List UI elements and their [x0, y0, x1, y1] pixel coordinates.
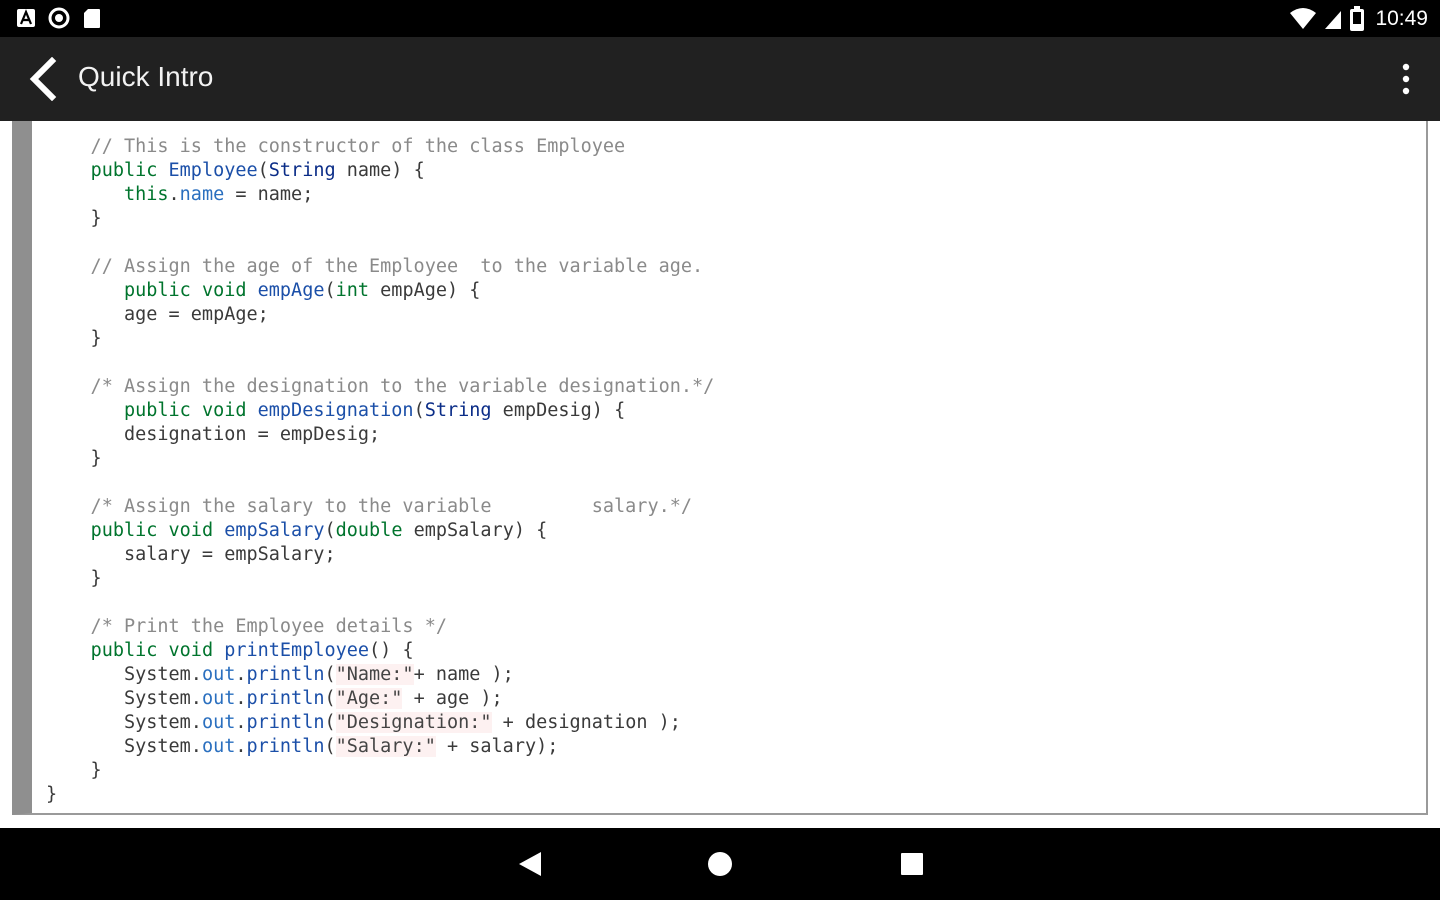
- code-line: public void empSalary(double empSalary) …: [90, 520, 548, 541]
- system-nav-bar: [0, 828, 1440, 900]
- status-bar: 10:49: [0, 0, 1440, 37]
- nav-home-circle-icon: [708, 852, 732, 876]
- sd-card-icon: [84, 9, 100, 28]
- code-line: public void empDesignation(String empDes…: [123, 400, 626, 421]
- code-line: salary = empSalary;: [46, 544, 336, 565]
- nav-home-button[interactable]: [696, 842, 744, 886]
- code-line: age = empAge;: [46, 304, 269, 325]
- more-vert-icon: [1402, 63, 1410, 95]
- code-line: public void empAge(int empAge) {: [123, 280, 481, 301]
- code-line: }: [46, 760, 102, 781]
- code-line: System.out.println("Name:"+ name );: [46, 664, 514, 685]
- app-bar: Quick Intro: [0, 37, 1440, 121]
- nav-recents-square-icon: [901, 853, 923, 875]
- code-comment-line: // This is the constructor of the class …: [46, 136, 626, 157]
- circle-notification-icon: [48, 7, 70, 29]
- page-title: Quick Intro: [78, 61, 214, 92]
- status-bar-left-icons: [16, 7, 102, 29]
- code-comment-line: /* Assign the salary to the variable sal…: [46, 496, 693, 517]
- content-area[interactable]: // This is the constructor of the class …: [0, 121, 1440, 827]
- code-line: }: [46, 448, 102, 469]
- code-line: System.out.println("Age:" + age );: [46, 688, 503, 709]
- code-line: }: [46, 784, 58, 805]
- code-line: designation = empDesig;: [46, 424, 381, 445]
- code-line: public Employee(String name) {: [90, 160, 425, 181]
- code-line: }: [46, 328, 102, 349]
- code-line: this.name = name;: [123, 184, 314, 205]
- code-comment-line: /* Assign the designation to the variabl…: [46, 376, 715, 397]
- code-line: }: [46, 208, 102, 229]
- back-button[interactable]: [14, 51, 70, 107]
- code-comment-line: // Assign the age of the Employee to the…: [46, 256, 704, 277]
- wifi-icon: [1290, 8, 1317, 29]
- code-line: }: [46, 568, 102, 589]
- a-notification-icon: [17, 9, 35, 27]
- nav-back-button[interactable]: [506, 842, 554, 886]
- nav-recents-button[interactable]: [888, 842, 936, 886]
- code-line: System.out.println("Designation:" + desi…: [46, 712, 681, 733]
- status-bar-right-icons: 10:49: [1289, 6, 1428, 32]
- chevron-left-icon: [29, 57, 57, 101]
- nav-back-triangle-icon: [519, 852, 541, 876]
- battery-icon: [1350, 6, 1365, 31]
- code-line: public void printEmployee() {: [90, 640, 414, 661]
- overflow-menu-button[interactable]: [1390, 55, 1422, 103]
- cell-signal-icon: [1325, 11, 1342, 29]
- code-block[interactable]: // This is the constructor of the class …: [12, 121, 1428, 815]
- status-time: 10:49: [1375, 7, 1428, 30]
- code-line: System.out.println("Salary:" + salary);: [46, 736, 559, 757]
- code-comment-line: /* Print the Employee details */: [46, 616, 447, 637]
